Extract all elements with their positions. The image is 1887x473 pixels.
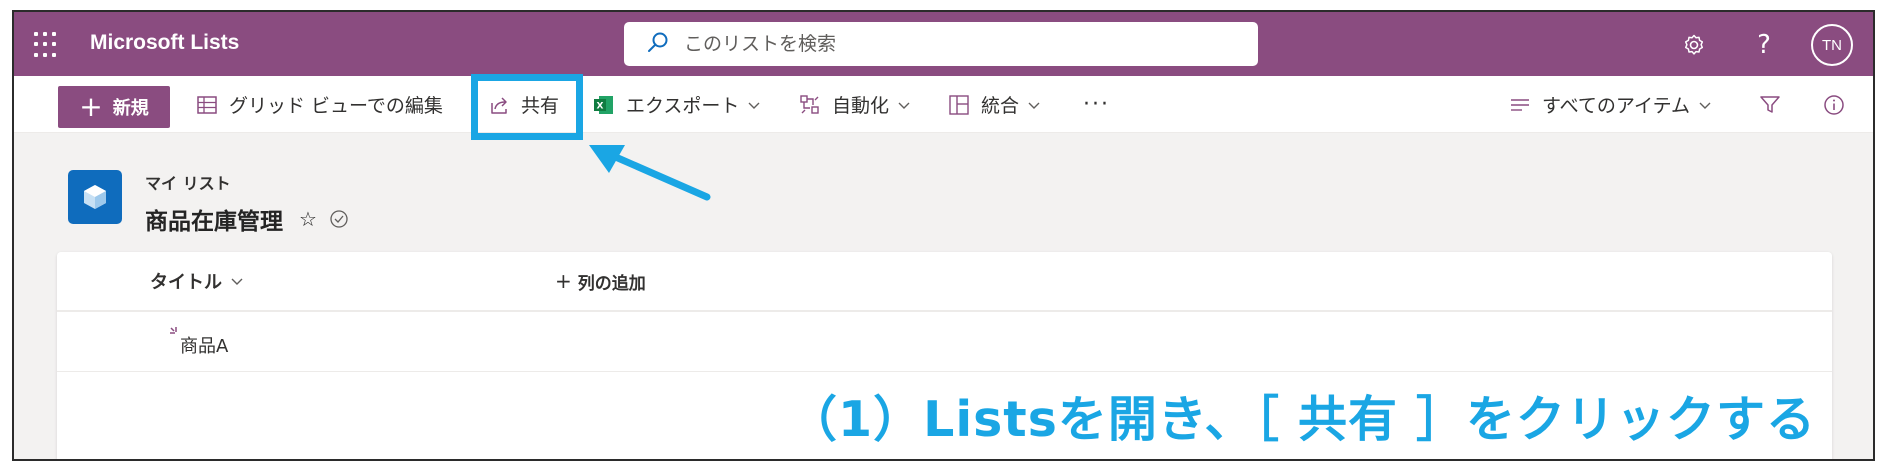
view-list-icon [1508, 93, 1532, 117]
chevron-down-icon [230, 274, 244, 288]
add-column-label: 列の追加 [577, 273, 646, 294]
more-options-button[interactable]: ··· [1083, 76, 1110, 133]
filter-icon[interactable] [1758, 76, 1782, 133]
integrate-label: 統合 [981, 95, 1020, 117]
app-title[interactable]: Microsoft Lists [90, 31, 239, 55]
excel-icon: X [592, 93, 616, 117]
grid-edit-button[interactable]: グリッド ビューでの編集 [195, 76, 443, 133]
instruction-annotation: （1）Listsを開き、［ 共有 ］をクリックする [778, 380, 1827, 451]
favorite-star-icon[interactable]: ☆ [299, 207, 317, 231]
integrate-icon [947, 93, 971, 117]
chevron-down-icon [747, 98, 761, 112]
row-title-cell[interactable]: 商品A [180, 332, 228, 358]
integrate-button[interactable]: 統合 [947, 76, 1041, 133]
view-selector[interactable]: すべてのアイテム [1508, 76, 1712, 133]
grid-table-icon [195, 93, 219, 117]
suite-bar: Microsoft Lists ? TN [14, 12, 1873, 76]
view-label: すべてのアイテム [1542, 95, 1691, 117]
help-icon[interactable]: ? [1743, 24, 1785, 66]
plus-icon: + [555, 269, 572, 293]
new-item-button[interactable]: + 新規 [58, 86, 170, 128]
export-label: エクスポート [626, 95, 740, 117]
list-app-icon [68, 170, 122, 224]
chevron-down-icon [897, 98, 911, 112]
automate-flow-icon [798, 93, 822, 117]
command-bar: + 新規 グリッド ビューでの編集 共有 X エクスポート 自動化 統合 ···… [14, 76, 1873, 133]
page-title: 商品在庫管理 [145, 209, 283, 235]
grid-edit-label: グリッド ビューでの編集 [229, 95, 443, 117]
screenshot-frame: Microsoft Lists ? TN + 新規 グリッド [12, 10, 1875, 461]
search-icon [646, 30, 670, 58]
column-header-title[interactable]: タイトル [150, 252, 244, 310]
share-highlight-box [471, 74, 583, 140]
search-input[interactable] [684, 33, 1244, 55]
export-button[interactable]: X エクスポート [592, 76, 761, 133]
breadcrumb[interactable]: マイ リスト [145, 170, 231, 194]
new-item-label: 新規 [112, 98, 149, 119]
column-title-label: タイトル [150, 272, 222, 293]
automate-button[interactable]: 自動化 [798, 76, 911, 133]
callout-arrow-icon [589, 145, 711, 201]
table-row[interactable]: 商品A [57, 312, 1832, 372]
plus-icon: + [79, 90, 103, 123]
search-box[interactable] [624, 22, 1258, 66]
svg-text:X: X [597, 101, 604, 111]
info-icon[interactable] [1822, 76, 1846, 133]
settings-gear-icon[interactable] [1673, 24, 1715, 66]
automate-label: 自動化 [832, 95, 890, 117]
help-label: ? [1757, 30, 1771, 60]
app-launcher-icon[interactable] [34, 32, 60, 58]
chevron-down-icon [1027, 98, 1041, 112]
chevron-down-icon [1698, 98, 1712, 112]
add-column-button[interactable]: + 列の追加 [555, 252, 646, 310]
sync-check-icon[interactable] [329, 209, 349, 229]
avatar[interactable]: TN [1811, 24, 1853, 66]
